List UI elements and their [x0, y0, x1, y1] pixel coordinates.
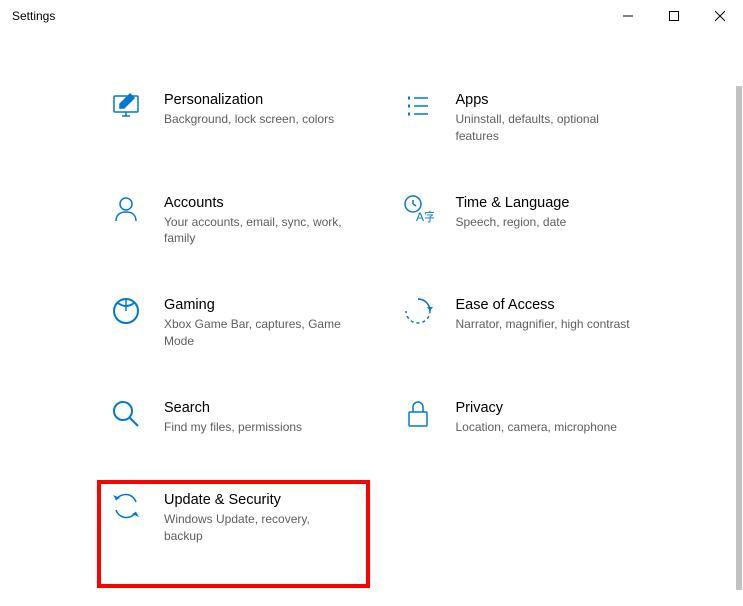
- window-controls: [605, 0, 743, 32]
- category-personalization[interactable]: Personalization Background, lock screen,…: [100, 82, 382, 153]
- category-title: Personalization: [164, 92, 334, 108]
- scrollbar[interactable]: [736, 86, 742, 590]
- category-desc: Xbox Game Bar, captures, Game Mode: [164, 316, 344, 350]
- category-text: Privacy Location, camera, microphone: [456, 398, 617, 436]
- close-button[interactable]: [697, 0, 743, 32]
- apps-icon: [402, 90, 434, 122]
- category-apps[interactable]: Apps Uninstall, defaults, optional featu…: [392, 82, 674, 153]
- category-desc: Find my files, permissions: [164, 419, 302, 436]
- category-desc: Location, camera, microphone: [456, 419, 617, 436]
- category-title: Gaming: [164, 297, 344, 313]
- ease-of-access-icon: [402, 295, 434, 327]
- category-title: Ease of Access: [456, 297, 630, 313]
- category-title: Privacy: [456, 400, 617, 416]
- category-accounts[interactable]: Accounts Your accounts, email, sync, wor…: [100, 185, 382, 256]
- update-security-icon: [110, 490, 142, 522]
- settings-content: Personalization Background, lock screen,…: [0, 32, 743, 552]
- search-icon: [110, 398, 142, 430]
- category-title: Accounts: [164, 195, 344, 211]
- gaming-icon: [110, 295, 142, 327]
- category-desc: Background, lock screen, colors: [164, 111, 334, 128]
- category-ease-of-access[interactable]: Ease of Access Narrator, magnifier, high…: [392, 287, 674, 358]
- privacy-icon: [402, 398, 434, 430]
- personalization-icon: [110, 90, 142, 122]
- category-text: Ease of Access Narrator, magnifier, high…: [456, 295, 630, 333]
- category-title: Apps: [456, 92, 636, 108]
- window-title: Settings: [12, 9, 55, 23]
- category-search[interactable]: Search Find my files, permissions: [100, 390, 382, 450]
- category-text: Apps Uninstall, defaults, optional featu…: [456, 90, 636, 145]
- category-text: Time & Language Speech, region, date: [456, 193, 570, 231]
- category-title: Update & Security: [164, 492, 344, 508]
- category-time-language[interactable]: A字 Time & Language Speech, region, date: [392, 185, 674, 256]
- category-desc: Narrator, magnifier, high contrast: [456, 316, 630, 333]
- svg-text:A字: A字: [416, 209, 434, 224]
- minimize-button[interactable]: [605, 0, 651, 32]
- category-desc: Uninstall, defaults, optional features: [456, 111, 636, 145]
- category-text: Search Find my files, permissions: [164, 398, 302, 436]
- category-privacy[interactable]: Privacy Location, camera, microphone: [392, 390, 674, 450]
- category-update-security[interactable]: Update & Security Windows Update, recove…: [100, 482, 382, 553]
- category-title: Search: [164, 400, 302, 416]
- category-desc: Windows Update, recovery, backup: [164, 511, 344, 545]
- time-language-icon: A字: [402, 193, 434, 225]
- category-gaming[interactable]: Gaming Xbox Game Bar, captures, Game Mod…: [100, 287, 382, 358]
- category-desc: Your accounts, email, sync, work, family: [164, 214, 344, 248]
- category-text: Gaming Xbox Game Bar, captures, Game Mod…: [164, 295, 344, 350]
- category-desc: Speech, region, date: [456, 214, 570, 231]
- titlebar: Settings: [0, 0, 743, 32]
- accounts-icon: [110, 193, 142, 225]
- category-text: Personalization Background, lock screen,…: [164, 90, 334, 128]
- maximize-button[interactable]: [651, 0, 697, 32]
- category-text: Accounts Your accounts, email, sync, wor…: [164, 193, 344, 248]
- category-text: Update & Security Windows Update, recove…: [164, 490, 344, 545]
- categories-grid: Personalization Background, lock screen,…: [100, 82, 673, 552]
- category-title: Time & Language: [456, 195, 570, 211]
